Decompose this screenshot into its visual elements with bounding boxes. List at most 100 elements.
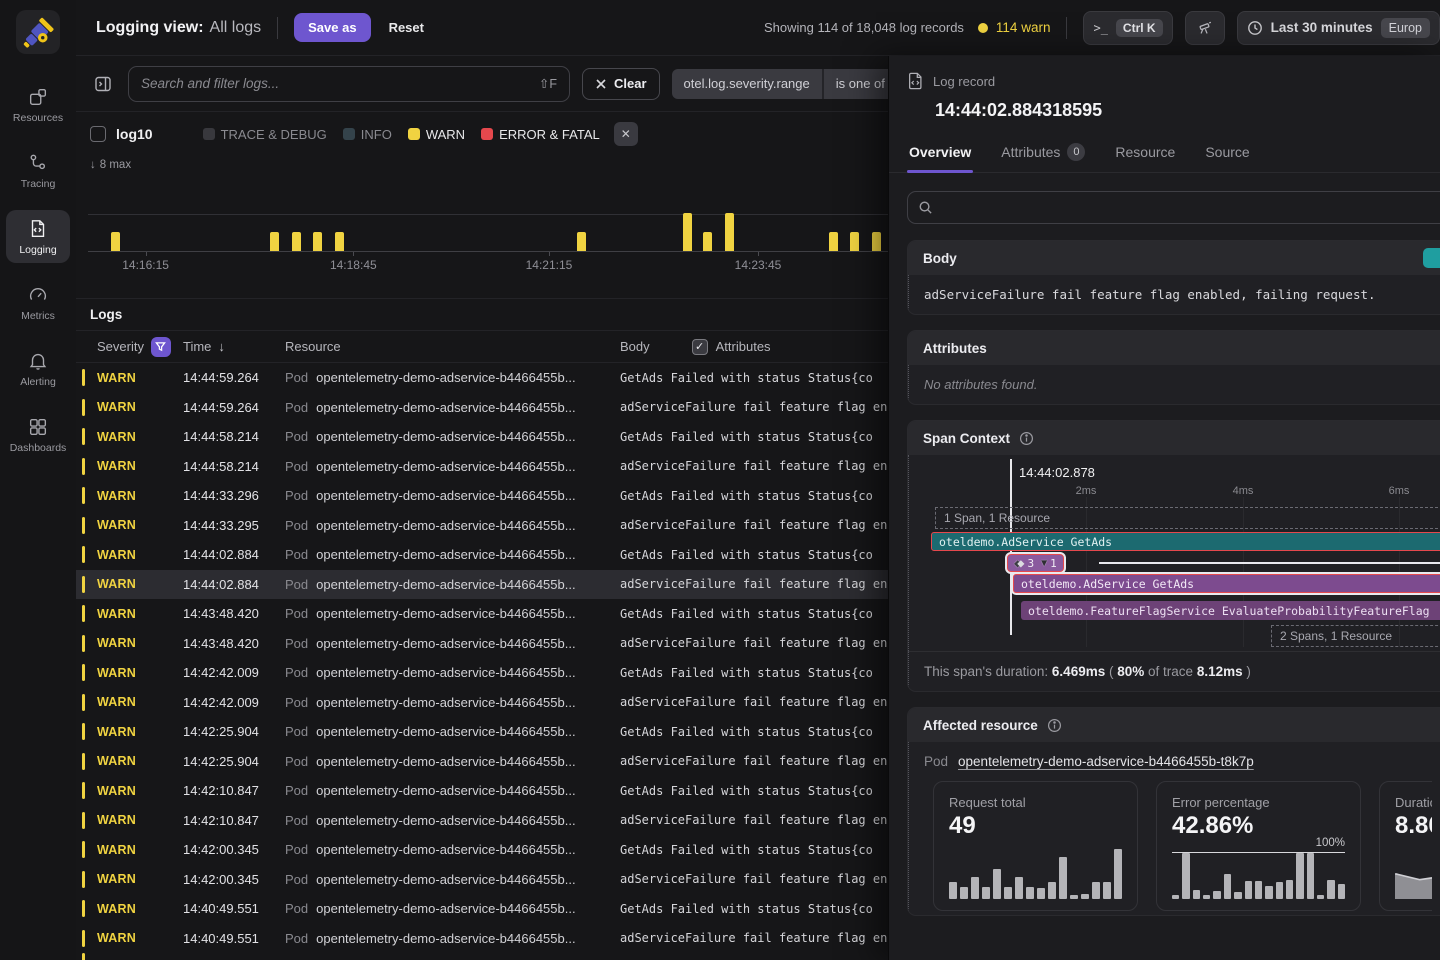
severity-bar [82,953,85,960]
legend-trace-debug[interactable]: TRACE & DEBUG [203,127,327,142]
sidebar-item-dashboards[interactable]: Dashboards [6,408,70,461]
explore-button[interactable] [1185,11,1225,45]
telescope-logo-icon [19,13,57,51]
col-resource[interactable]: Resource [285,339,620,354]
filter-operator[interactable]: is one of [822,69,897,99]
resource-kind: Pod [285,400,308,415]
severity-label: WARN [97,430,183,444]
axis-tick-mark [549,252,550,256]
resource-kind: Pod [285,872,308,887]
tab-overview[interactable]: Overview [907,135,973,172]
save-as-button[interactable]: Save as [294,13,370,42]
severity-bar [82,517,85,534]
histogram-bar[interactable] [683,213,692,251]
severity-label: WARN [97,371,183,385]
resource-kind: Pod [285,783,308,798]
legend-warn[interactable]: WARN [408,127,465,142]
clear-filters-button[interactable]: Clear [582,68,660,100]
span-events-badge[interactable]: ◆ ◆ 3 ▼ 1 [1007,554,1064,572]
detail-timestamp: 14:44:02.884318595 [935,100,1422,121]
mini-bar [1255,881,1262,899]
sort-desc-icon[interactable]: ↓ [218,339,225,354]
histogram-bar[interactable] [872,232,881,251]
grid-icon [27,416,49,438]
severity-filter-active-chip[interactable] [151,337,171,357]
histogram-bar[interactable] [335,232,344,251]
log-search-input[interactable] [141,76,531,91]
sidebar-item-tracing[interactable]: Tracing [6,144,70,197]
col-severity[interactable]: Severity [97,339,144,354]
sidebar-item-alerting[interactable]: Alerting [6,342,70,395]
histogram-bar[interactable] [850,232,859,251]
resource-name: opentelemetry-demo-adservice-b4466455b..… [316,400,575,415]
axis-tick-mark [758,252,759,256]
span-bar-selected[interactable]: oteldemo.AdService GetAds [1013,574,1440,593]
severity-label: WARN [97,902,183,916]
histogram-bar[interactable] [829,232,838,251]
legend-error-fatal[interactable]: ERROR & FATAL [481,127,600,142]
mini-bar [1026,887,1034,900]
span-group-bottom[interactable]: 2 Spans, 1 Resource [1271,625,1440,647]
dataset-name[interactable]: log10 [116,126,153,142]
body-card-title: Body [923,251,957,266]
collapse-panel-button[interactable] [90,71,116,97]
reset-button[interactable]: Reset [389,20,424,35]
attributes-checkbox[interactable]: ✓ [692,339,708,355]
detail-search-input[interactable] [941,200,1437,215]
sidebar-item-metrics[interactable]: Metrics [6,276,70,329]
affected-resource-title: Affected resource [923,718,1038,733]
severity-filter-chip[interactable]: otel.log.severity.range is one of [672,69,897,99]
histogram-bar[interactable] [703,232,712,251]
histogram-bar[interactable] [270,232,279,251]
affected-resource-link[interactable]: opentelemetry-demo-adservice-b4466455b-t… [958,754,1254,769]
search-icon [918,200,933,215]
col-body[interactable]: Body [620,339,650,354]
sidebar-item-logging[interactable]: Logging [6,210,70,263]
timezone-label: Europ [1381,18,1430,38]
filter-field[interactable]: otel.log.severity.range [672,69,822,99]
detail-tabs: Overview Attributes0 Resource Source [889,135,1440,173]
axis-tick-label: 14:18:45 [330,258,377,272]
info-icon[interactable] [1019,431,1034,446]
time-range-button[interactable]: Last 30 minutes Europ [1237,11,1440,45]
command-palette-button[interactable]: >_ Ctrl K [1083,11,1172,45]
resource-kind: Pod [285,636,308,651]
span-group-top[interactable]: 1 Span, 1 Resource [935,507,1440,529]
shortcut-kbd: Ctrl K [1116,19,1163,37]
legend-info[interactable]: INFO [343,127,392,142]
log-time: 14:44:58.214 [183,459,285,474]
mini-bar [1004,887,1012,900]
log-time: 14:44:02.884 [183,577,285,592]
span-bar-child[interactable]: oteldemo.FeatureFlagService EvaluateProb… [1021,601,1440,620]
histogram-bar[interactable] [313,232,322,251]
info-icon[interactable] [1047,718,1062,733]
resource-stats: Request total 49 Error percentage 42.86%… [924,769,1432,915]
dataset-checkbox[interactable] [90,126,106,142]
view-name[interactable]: All logs [210,19,262,37]
log-body-text: adServiceFailure fail feature flag enabl… [924,287,1432,302]
histogram-bar[interactable] [292,232,301,251]
histogram-bar[interactable] [577,232,586,251]
terminal-prompt-icon: >_ [1093,21,1107,35]
span-bar-root[interactable]: oteldemo.AdService GetAds [931,532,1440,551]
app-logo[interactable] [16,10,60,54]
log-time: 14:44:59.264 [183,400,285,415]
col-time[interactable]: Time [183,339,211,354]
tab-resource[interactable]: Resource [1113,135,1177,172]
funnel-icon [155,341,166,352]
severity-bar [82,841,85,858]
histogram-bar[interactable] [725,213,734,251]
severity-bar [82,428,85,445]
severity-label: WARN [97,666,183,680]
histogram-bar[interactable] [111,232,120,251]
detail-eyebrow: Log record [933,74,995,89]
log-time: 14:42:00.345 [183,842,285,857]
tab-attributes[interactable]: Attributes0 [999,135,1087,172]
attributes-card: Attributes No attributes found. [907,330,1440,405]
remove-legend-button[interactable]: ✕ [614,122,638,146]
tab-source[interactable]: Source [1203,135,1251,172]
col-attributes[interactable]: Attributes [716,339,771,354]
sidebar-item-resources[interactable]: Resources [6,78,70,131]
detail-search-field[interactable] [907,191,1440,224]
log-search-field[interactable]: ⇧F [128,66,570,102]
